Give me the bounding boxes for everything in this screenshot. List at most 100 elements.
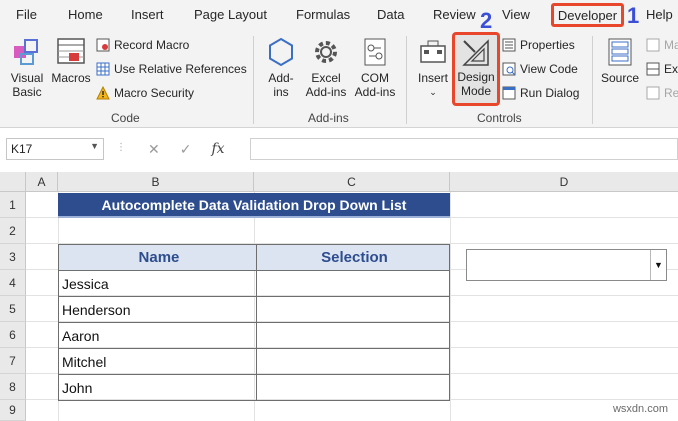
names-table: Name Selection Jessica Henderson Aaron M…: [58, 244, 451, 401]
macros-icon: [57, 38, 85, 64]
refresh-data-icon: [646, 86, 660, 100]
row-header-7[interactable]: 7: [0, 348, 26, 374]
tab-insert[interactable]: Insert: [131, 7, 164, 22]
add-ins-button[interactable]: Add- ins: [262, 36, 300, 99]
row-header-3[interactable]: 3: [0, 244, 26, 270]
source-button[interactable]: Source: [600, 36, 640, 85]
row-header-label: 7: [9, 353, 16, 368]
row-header-label: 8: [9, 379, 16, 394]
visual-basic-button[interactable]: Visual Basic: [6, 36, 48, 99]
map-properties-icon: [646, 38, 660, 52]
table-header-row: Name Selection: [58, 244, 451, 271]
tab-review[interactable]: Review: [433, 7, 476, 22]
column-header-a[interactable]: A: [26, 172, 58, 192]
header-selection-cell[interactable]: Selection: [255, 244, 451, 271]
grid-icon: [96, 62, 110, 76]
record-macro-button[interactable]: Record Macro: [96, 38, 189, 52]
tab-view[interactable]: View: [502, 7, 530, 22]
drag-handle-icon[interactable]: ⋮: [116, 142, 126, 153]
selection-cell[interactable]: [255, 374, 451, 401]
table-row: John: [58, 374, 451, 401]
selection-cell[interactable]: [255, 322, 451, 349]
name-cell[interactable]: Henderson: [58, 296, 257, 323]
com-add-ins-label: COM Add-ins: [354, 71, 396, 99]
row-header-4[interactable]: 4: [0, 270, 26, 296]
name-cell[interactable]: John: [58, 374, 257, 401]
tab-page-layout[interactable]: Page Layout: [194, 7, 267, 22]
chevron-down-icon[interactable]: ▼: [650, 250, 666, 280]
row-header-9[interactable]: 9: [0, 400, 26, 421]
expansion-packs-button[interactable]: Exp: [646, 62, 678, 76]
name-cell[interactable]: Aaron: [58, 322, 257, 349]
use-relative-references-button[interactable]: Use Relative References: [96, 62, 247, 76]
refresh-data-button[interactable]: Re: [646, 86, 678, 100]
selection-cell[interactable]: [255, 348, 451, 375]
table-row: Jessica: [58, 270, 451, 297]
insert-control-button[interactable]: Insert ⌄: [414, 36, 452, 99]
header-name-cell[interactable]: Name: [58, 244, 257, 271]
column-header-label: D: [559, 174, 569, 189]
ribbon: Visual Basic Macros Record Macro Use Rel…: [0, 30, 678, 128]
watermark: wsxdn.com: [612, 403, 668, 415]
name-cell[interactable]: Jessica: [58, 270, 257, 297]
column-header-b[interactable]: B: [58, 172, 254, 192]
table-row: Henderson: [58, 296, 451, 323]
column-header-d[interactable]: D: [450, 172, 678, 192]
cancel-icon[interactable]: ✕: [148, 141, 160, 158]
selection-cell[interactable]: [255, 270, 451, 297]
gridline: [450, 192, 451, 421]
column-header-label: B: [151, 174, 160, 189]
com-add-ins-button[interactable]: COM Add-ins: [352, 36, 398, 99]
name-cell[interactable]: Mitchel: [58, 348, 257, 375]
select-all-corner[interactable]: [0, 172, 26, 192]
selection-cell[interactable]: [255, 296, 451, 323]
row-header-label: 9: [9, 403, 16, 417]
sheet-title-cell[interactable]: Autocomplete Data Validation Drop Down L…: [58, 193, 450, 218]
step-marker-1: 1: [627, 3, 640, 28]
properties-button[interactable]: Properties: [502, 38, 575, 52]
column-header-c[interactable]: C: [254, 172, 450, 192]
run-dialog-label: Run Dialog: [520, 86, 580, 100]
row-header-2[interactable]: 2: [0, 218, 26, 244]
tab-file[interactable]: File: [16, 7, 37, 22]
tab-home[interactable]: Home: [68, 7, 103, 22]
tab-developer[interactable]: Developer: [551, 3, 624, 27]
add-ins-group-label: Add-ins: [308, 111, 349, 125]
tab-help[interactable]: Help: [646, 7, 673, 22]
row-header-label: 2: [9, 223, 16, 238]
sheet-title: Autocomplete Data Validation Drop Down L…: [101, 196, 407, 213]
row-header-1[interactable]: 1: [0, 192, 26, 218]
source-label: Source: [600, 71, 640, 85]
row-header-6[interactable]: 6: [0, 322, 26, 348]
macro-security-button[interactable]: Macro Security: [96, 86, 194, 100]
run-dialog-button[interactable]: Run Dialog: [502, 86, 579, 100]
row-header-label: 5: [9, 301, 16, 316]
design-mode-button[interactable]: Design Mode: [452, 32, 500, 106]
combo-box-control[interactable]: ▼: [466, 249, 667, 281]
table-row: Aaron: [58, 322, 451, 349]
map-properties-button[interactable]: Ma: [646, 38, 678, 52]
excel-add-ins-button[interactable]: Excel Add-ins: [302, 36, 350, 99]
formula-input[interactable]: [250, 138, 678, 160]
macros-button[interactable]: Macros: [50, 36, 92, 85]
tab-data[interactable]: Data: [377, 7, 404, 22]
view-code-label: View Code: [520, 62, 578, 76]
tab-developer-label: Developer: [557, 7, 618, 23]
name-box[interactable]: K17 ▼: [6, 138, 104, 160]
menu-bar: File Home Insert Page Layout Formulas Da…: [0, 0, 678, 33]
macros-label: Macros: [51, 71, 91, 85]
row-header-5[interactable]: 5: [0, 296, 26, 322]
record-macro-label: Record Macro: [114, 38, 190, 52]
column-header-label: A: [37, 174, 46, 189]
insert-function-icon[interactable]: fx: [211, 141, 224, 157]
run-dialog-icon: [502, 86, 516, 100]
design-mode-label: Design Mode: [457, 70, 495, 98]
excel-add-ins-label: Excel Add-ins: [305, 71, 347, 99]
chevron-down-icon[interactable]: ▼: [90, 141, 99, 151]
macro-security-label: Macro Security: [114, 86, 195, 100]
tab-formulas[interactable]: Formulas: [296, 7, 350, 22]
view-code-button[interactable]: View Code: [502, 62, 578, 76]
properties-icon: [502, 38, 516, 52]
row-header-8[interactable]: 8: [0, 374, 26, 400]
enter-icon[interactable]: ✓: [180, 141, 192, 158]
